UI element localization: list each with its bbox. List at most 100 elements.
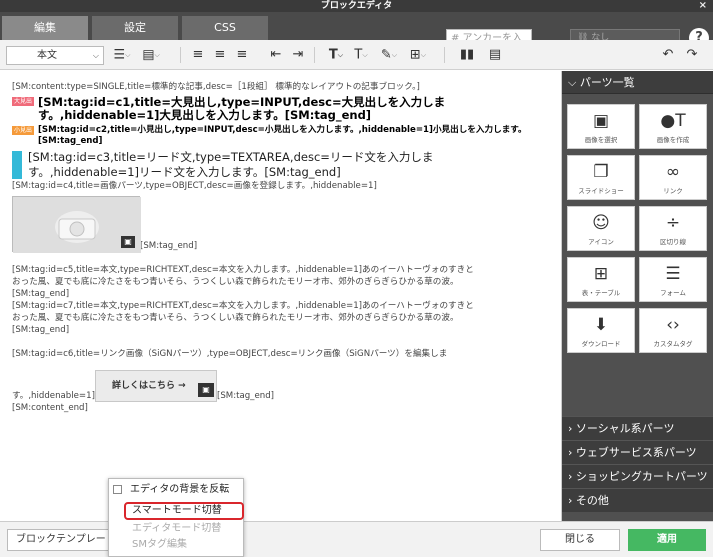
category-shopping-cart[interactable]: › ショッピングカートパーツ	[562, 464, 713, 488]
divider	[444, 47, 445, 63]
heading2-badge: 小見出	[12, 126, 34, 135]
checkbox[interactable]	[113, 484, 122, 494]
part-divider[interactable]: ÷ 区切り線	[639, 206, 707, 251]
format-toolbar: 本文 ⌵ ☰⌵ ▤⌵ ≡ ≡ ≡ ⇤ ⇥ T⌵ T⌵ ✎⌵ ⊞⌵ ▮▮ ▤ ↶ ↷	[0, 40, 713, 70]
format-select-value: 本文	[37, 50, 57, 61]
part-label: ダウンロード	[581, 340, 621, 348]
format-select[interactable]: 本文 ⌵	[6, 46, 104, 65]
body5-end-tag: [SM:tag_end]	[12, 289, 70, 299]
parts-list-header[interactable]: ⌵ パーツ一覧	[562, 71, 713, 94]
download-icon: ⬇	[593, 315, 609, 335]
part-form[interactable]: ☰ フォーム	[639, 257, 707, 302]
body7-line2[interactable]: おった風、夏でも底に冷たさをもつ青いそら、うつくしい森で飾られたモリーオ市、郊外…	[12, 312, 551, 324]
part-table[interactable]: ⊞ 表・テーブル	[567, 257, 635, 302]
part-select-image[interactable]: ▣ 画像を選択	[567, 104, 635, 149]
part-label: 区切り線	[660, 238, 686, 246]
font-size-icon[interactable]: T⌵	[326, 45, 346, 65]
align-right-icon[interactable]: ≡	[234, 45, 250, 65]
align-center-icon[interactable]: ≡	[212, 45, 228, 65]
content-open-tag: [SM:content:type=SINGLE,title=標準的な記事,des…	[12, 82, 420, 92]
bottom-bar: ブロックテンプレート 閉じる 適用	[0, 521, 713, 557]
table-icon: ⊞	[593, 264, 609, 284]
menu-item-editor-mode: エディタモード切替	[132, 523, 222, 534]
more-details-button[interactable]: 詳しくはこちら → ▣	[94, 370, 217, 402]
indent-icon[interactable]: ⇥	[290, 45, 306, 65]
menu-item-invert-background[interactable]: エディタの背景を反転	[113, 483, 229, 497]
parts-grid: ▣ 画像を選択 ●T 画像を作成 ❐ スライドショー ∞ リンク ☺ アイコン ÷ 区切り線…	[562, 94, 713, 416]
body5-line2[interactable]: おった風、夏でも底に冷たさをもつ青いそら、うつくしい森で飾られたモリーオ市、郊外…	[12, 276, 551, 288]
apply-button[interactable]: 適用	[628, 529, 706, 551]
divider-icon: ÷	[665, 213, 681, 233]
redo-icon[interactable]: ↷	[684, 45, 700, 65]
lead-block[interactable]: [SM:tag:id=c3,title=リード文,type=TEXTAREA,d…	[12, 150, 551, 180]
menu-item-sm-tag-edit: SMタグ編集	[132, 539, 187, 550]
body7-end-tag: [SM:tag_end]	[12, 325, 70, 335]
part-icon[interactable]: ☺ アイコン	[567, 206, 635, 251]
category-label: ソーシャル系パーツ	[575, 422, 675, 435]
category-social[interactable]: › ソーシャル系パーツ	[562, 416, 713, 440]
parts-list-title: パーツ一覧	[579, 76, 635, 89]
numbered-list-icon[interactable]: ▤⌵	[140, 45, 162, 65]
undo-icon[interactable]: ↶	[660, 45, 676, 65]
content-end-tag: [SM:content_end]	[12, 403, 88, 413]
block-format-icon[interactable]: ▤	[486, 45, 504, 65]
smiley-icon: ☺	[592, 213, 610, 233]
heading2-text[interactable]: [SM:tag:id=c2,title=小見出し,type=INPUT,desc…	[38, 125, 550, 147]
align-left-icon[interactable]: ≡	[190, 45, 206, 65]
lead-text[interactable]: [SM:tag:id=c3,title=リード文,type=TEXTAREA,d…	[28, 150, 468, 180]
block-template-button[interactable]: ブロックテンプレート	[7, 529, 123, 551]
tab-settings[interactable]: 設定	[92, 16, 178, 40]
slideshow-icon: ❐	[593, 162, 609, 182]
create-image-icon: ●T	[660, 111, 686, 131]
heading1-block[interactable]: 大見出 [SM:tag:id=c1,title=大見出し,type=INPUT,…	[12, 96, 551, 122]
chevron-right-icon: ›	[568, 422, 576, 435]
code-icon: ‹›	[666, 315, 680, 335]
image-part[interactable]: ▣	[12, 196, 141, 253]
chevron-down-icon: ⌵	[568, 76, 580, 89]
image-part-row: ▣ [SM:tag_end]	[12, 192, 551, 253]
link-image-tag: [SM:tag:id=c6,title=リンク画像（SiGNパーツ）,type=…	[12, 349, 448, 359]
columns-icon[interactable]: ▮▮	[458, 45, 476, 65]
part-custom-tag[interactable]: ‹› カスタムタグ	[639, 308, 707, 353]
body5-line1[interactable]: [SM:tag:id=c5,title=本文,type=RICHTEXT,des…	[12, 264, 551, 276]
tab-edit[interactable]: 編集	[2, 16, 88, 40]
more-details-label: 詳しくはこちら →	[111, 381, 186, 391]
body7-line1[interactable]: [SM:tag:id=c7,title=本文,type=RICHTEXT,des…	[12, 300, 551, 312]
category-webservice[interactable]: › ウェブサービス系パーツ	[562, 440, 713, 464]
editor-content[interactable]: [SM:content:type=SINGLE,title=標準的な記事,des…	[0, 71, 562, 521]
tab-bar: 編集 設定 CSS # アンカーを入力 ⛓ なし ?	[0, 12, 713, 61]
divider	[180, 47, 181, 63]
divider	[314, 47, 315, 63]
window-title: ブロックエディタ	[320, 1, 393, 11]
outdent-icon[interactable]: ⇤	[268, 45, 284, 65]
part-label: アイコン	[588, 238, 614, 246]
table-insert-icon[interactable]: ⊞⌵	[406, 45, 430, 65]
heading1-badge: 大見出	[12, 97, 34, 106]
font-style-icon[interactable]: T⌵	[350, 45, 372, 65]
part-slideshow[interactable]: ❐ スライドショー	[567, 155, 635, 200]
category-label: その他	[575, 494, 609, 507]
chevron-right-icon: ›	[568, 446, 576, 459]
part-label: フォーム	[660, 289, 686, 297]
part-link[interactable]: ∞ リンク	[639, 155, 707, 200]
picture-icon[interactable]: ▣	[121, 236, 135, 248]
menu-item-smart-mode[interactable]: スマートモード切替	[124, 502, 244, 520]
close-icon[interactable]: ×	[699, 0, 707, 12]
menu-item-label: エディタの背景を反転	[130, 484, 230, 495]
link-image-tag-cont: す。,hiddenable=1]	[12, 391, 95, 401]
close-button[interactable]: 閉じる	[540, 529, 620, 551]
category-other[interactable]: › その他	[562, 488, 713, 512]
text-color-icon[interactable]: ✎⌵	[378, 45, 400, 65]
image-icon: ▣	[592, 111, 610, 131]
picture-icon[interactable]: ▣	[197, 383, 214, 397]
part-label: スライドショー	[578, 187, 624, 195]
tab-css[interactable]: CSS	[182, 16, 268, 40]
part-create-image[interactable]: ●T 画像を作成	[639, 104, 707, 149]
bullet-list-icon[interactable]: ☰⌵	[112, 45, 132, 65]
chevron-right-icon: ›	[568, 470, 576, 483]
part-download[interactable]: ⬇ ダウンロード	[567, 308, 635, 353]
heading2-block[interactable]: 小見出 [SM:tag:id=c2,title=小見出し,type=INPUT,…	[12, 125, 551, 147]
lead-badge	[12, 151, 22, 179]
title-bar: ブロックエディタ ×	[0, 0, 713, 12]
heading1-text[interactable]: [SM:tag:id=c1,title=大見出し,type=INPUT,desc…	[38, 96, 468, 122]
